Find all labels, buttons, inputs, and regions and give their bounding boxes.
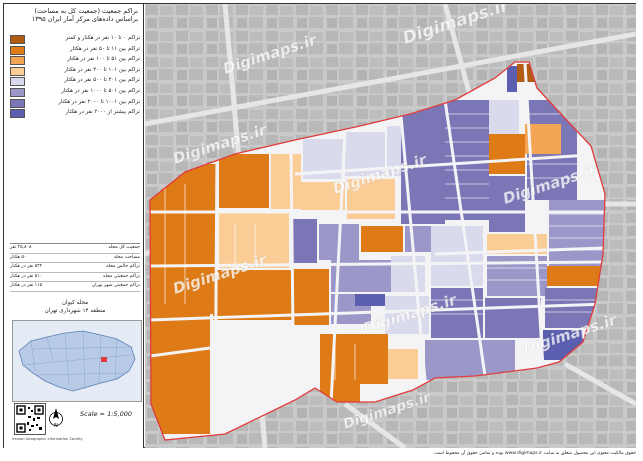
stat-label: جمعیت کل محله [108, 245, 140, 250]
block-light-orange [271, 154, 301, 209]
stat-label: تراکم خالص محله [106, 264, 140, 270]
stat-label: تراکم جمعیتی شهر تهران [91, 283, 140, 289]
block-dark-purple [355, 294, 385, 306]
locator-map-graphic [13, 321, 141, 401]
legend-swatch [10, 109, 25, 119]
legend-swatch [10, 98, 25, 108]
legend-swatch [10, 35, 25, 44]
block-orange [489, 134, 525, 174]
legend-label: تراکم بین ۱۱ تا ۵۰ نفر در هکتار [69, 45, 140, 52]
legend-swatch [10, 56, 25, 66]
block-orange [219, 154, 269, 208]
block-orange [293, 269, 329, 325]
stat-label: تراکم جمعیتی محله [103, 273, 140, 279]
stat-row: ۵۰ هکتار مساحت محله [10, 254, 140, 264]
stats-table: ۲۵,۸۰۸ نفر جمعیت کل محله ۵۰ هکتار مساحت مح… [10, 243, 140, 292]
block-pale [431, 226, 483, 286]
district-name: منطقه ۱۴ شهرداری تهران [44, 308, 106, 314]
block-pale [391, 256, 425, 292]
block-orange [547, 266, 605, 286]
stat-value: ۵۱۰ نفر در هکتار [10, 273, 43, 279]
legend-item: تراکم بین ۵۰۱ تا ۱۰۰۰ نفر در هکتار [10, 87, 140, 97]
location-caption: محله کیوان منطقه ۱۴ شهرداری تهران [10, 299, 140, 315]
svg-text:N: N [54, 423, 58, 429]
location-marker-icon [101, 357, 107, 362]
legend-item: تراکم بین ۱۱ تا ۵۰ نفر در هکتار [10, 45, 140, 55]
legend-panel: نراکم جمعیت (جمعیت کل به مساحت) براساس د… [4, 4, 144, 448]
legend-label: تراکم بین ۵۰۱ تا ۱۰۰۰ نفر در هکتار [61, 87, 140, 94]
block-pale [489, 100, 519, 136]
legend-label: تراکم بین ۵۱ تا ۱۰۰ نفر در هکتار [67, 56, 140, 63]
stat-row: ۲۵,۸۰۸ نفر جمعیت کل محله [10, 244, 140, 254]
scale-text: Scale = 1:5,000 [80, 410, 132, 418]
legend-label: تراکم ۰ تا ۱۰ نفر در هکتار و کمتر [65, 35, 140, 41]
block-orange [320, 334, 388, 384]
stat-row: ۱۱۵ نفر در هکتار تراکم جمعیتی شهر تهران [10, 282, 140, 292]
stat-value: ۵۰ هکتار [10, 254, 27, 260]
legend-item: تراکم ۰ تا ۱۰ نفر در هکتار و کمتر [10, 34, 140, 44]
stat-row: ۵۱۰ نفر در هکتار تراکم جمعیتی محله [10, 273, 140, 283]
legend-item: تراکم بیشتر از ۲۰۰۰ نفر در هکتار [10, 108, 140, 119]
block-purple [485, 298, 541, 338]
legend-label: تراکم بین ۱۰۰۱ تا ۲۰۰۰ نفر در هکتار [58, 98, 140, 105]
block-light-purple [405, 226, 435, 252]
map-svg: Digimaps.ir Digimaps.ir Digimaps.ir Digi… [145, 4, 636, 448]
legend-swatch [10, 45, 25, 55]
legend-swatch [10, 66, 25, 76]
stat-row: ۵۲۲ نفر در هکتار تراکم خالص محله [10, 263, 140, 273]
block-purple [445, 100, 489, 220]
legend-item: تراکم بین ۲۰۱ تا ۵۰۰ نفر در هکتار [10, 76, 140, 87]
block-orange [150, 314, 210, 434]
map-title-line1: نراکم جمعیت (جمعیت کل به مساحت) [34, 7, 138, 15]
locator-inset-map [12, 320, 142, 402]
map-title-line2: براساس داده‌های مرکز آمار ایران ۱۳۹۵ [31, 15, 138, 23]
stat-value: ۱۱۵ نفر در هکتار [10, 283, 43, 289]
credit-text: Iranian Geographic Information Society [12, 437, 83, 441]
legend-swatch [10, 87, 25, 97]
block-purple [293, 219, 317, 263]
legend: تراکم ۰ تا ۱۰ نفر در هکتار و کمتر تراکم … [10, 34, 140, 119]
legend-label: تراکم بین ۱۰۱ تا ۲۰۰ نفر در هکتار [64, 66, 140, 73]
block-dark-purple [507, 66, 517, 92]
legend-swatch [10, 77, 25, 87]
qr-code-icon [14, 403, 46, 435]
block-orange [361, 226, 403, 252]
north-arrow-icon: N [48, 405, 64, 429]
stat-value: ۵۲۲ نفر در هکتار [10, 264, 43, 270]
stat-label: مساحت محله [113, 254, 140, 260]
legend-label: تراکم بیشتر از ۲۰۰۰ نفر در هکتار [65, 109, 140, 116]
copyright-footer: حقوق مالکیت معنوی این محصول متعلق به سای… [433, 451, 636, 456]
block-light-purple [549, 200, 605, 266]
legend-label: تراکم بین ۲۰۱ تا ۵۰۰ نفر در هکتار [64, 77, 140, 84]
map-canvas: Digimaps.ir Digimaps.ir Digimaps.ir Digi… [145, 4, 636, 448]
legend-item: تراکم بین ۱۰۱ تا ۲۰۰ نفر در هکتار [10, 66, 140, 76]
legend-item: تراکم بین ۵۱ تا ۱۰۰ نفر در هکتار [10, 55, 140, 66]
legend-item: تراکم بین ۱۰۰۱ تا ۲۰۰۰ نفر در هکتار [10, 98, 140, 108]
map-title: نراکم جمعیت (جمعیت کل به مساحت) براساس د… [10, 7, 138, 23]
stat-value: ۲۵,۸۰۸ نفر [10, 245, 32, 250]
block-light-orange [388, 349, 418, 379]
neighborhood-name: محله کیوان [61, 300, 89, 306]
